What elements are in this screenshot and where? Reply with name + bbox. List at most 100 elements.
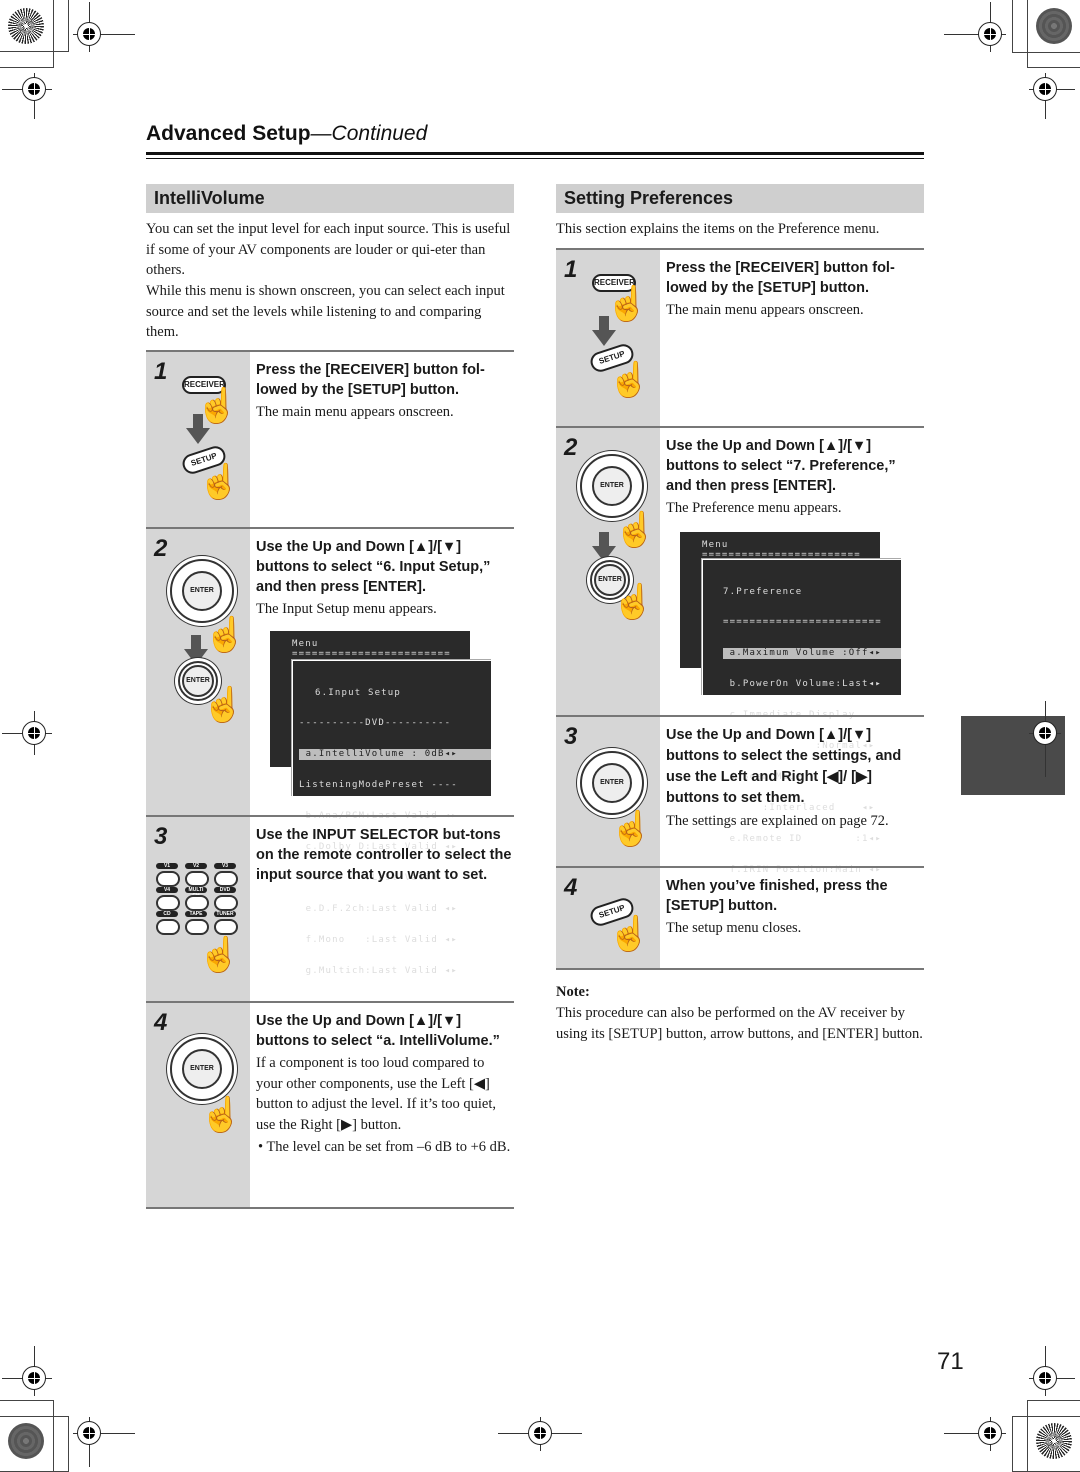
selector-button-icon bbox=[185, 919, 209, 935]
selector-label: V3 bbox=[214, 863, 236, 869]
step-number: 2 bbox=[154, 535, 168, 562]
pointing-hand-icon: ☝ bbox=[610, 811, 653, 848]
section-heading-intellivolume: IntelliVolume bbox=[146, 184, 514, 213]
osd-line: ListeningModePreset ---- bbox=[299, 780, 458, 791]
selector-label: V2 bbox=[185, 863, 207, 869]
step-heading: Use the Up and Down [▲]/[▼] buttons to s… bbox=[666, 727, 902, 806]
step-3: 3 ENTER ☝ Use the Up and Down [▲]/[▼] bu… bbox=[556, 715, 924, 867]
osd-line: 7.Preference bbox=[723, 586, 803, 597]
step-number: 2 bbox=[564, 434, 578, 461]
pointing-hand-icon: ☝ bbox=[608, 362, 651, 399]
starburst-target-icon bbox=[1036, 1423, 1072, 1459]
selector-label: TUNER bbox=[214, 911, 236, 917]
step-number: 1 bbox=[564, 256, 578, 283]
step-heading: When you’ve finished, press the [SETUP] … bbox=[666, 878, 888, 914]
osd-line: ----------DVD---------- bbox=[299, 718, 452, 729]
title-rule bbox=[146, 152, 924, 155]
selector-label: V1 bbox=[156, 863, 178, 869]
selector-label: CD bbox=[156, 911, 178, 917]
enter-dpad-icon: ENTER bbox=[580, 454, 644, 518]
selector-button-icon bbox=[156, 895, 180, 911]
section-end-rule bbox=[146, 1207, 514, 1209]
selector-button-icon bbox=[214, 871, 238, 887]
step-4: 4 SETUP ☝ When you’ve finished, press th… bbox=[556, 866, 924, 969]
selector-label: DVD bbox=[214, 887, 236, 893]
step-1: 1 RECEIVER ☝ SETUP ☝ Press the [RECEIVER… bbox=[146, 350, 514, 528]
pointing-hand-icon: ☝ bbox=[198, 464, 241, 501]
step-heading: Use the INPUT SELECTOR but-tons on the r… bbox=[256, 827, 512, 883]
osd-input-setup-menu: 6.Input Setup ----------DVD---------- a.… bbox=[292, 660, 492, 976]
step-description: If a component is too loud compared to y… bbox=[256, 1055, 497, 1133]
grey-target-icon bbox=[1036, 8, 1072, 44]
step-description: The Preference menu appears. bbox=[666, 500, 842, 516]
page-title: Advanced Setup—Continued bbox=[146, 122, 427, 146]
bullet-text: The level can be set from –6 dB to +6 dB… bbox=[266, 1139, 511, 1155]
step-2: 2 ENTER ☝ ENTER ☝ Use the Up and Down [▲… bbox=[146, 527, 514, 976]
step-2: 2 ENTER ☝ ENTER ☝ Use the Up and Down [▲… bbox=[556, 426, 924, 875]
step-4: 4 ENTER ☝ Use the Up and Down [▲]/[▼] bu… bbox=[146, 1001, 514, 1208]
selector-button-icon bbox=[156, 871, 180, 887]
selector-label: TAPE bbox=[185, 911, 207, 917]
enter-label: ENTER bbox=[182, 571, 222, 611]
step-number: 1 bbox=[154, 358, 168, 385]
step-description: The main menu appears onscreen. bbox=[256, 404, 454, 420]
step-number: 4 bbox=[564, 874, 578, 901]
selector-button-icon bbox=[185, 895, 209, 911]
page-number: 71 bbox=[937, 1348, 964, 1375]
step-description: The Input Setup menu appears. bbox=[256, 601, 437, 617]
selector-button-icon bbox=[185, 871, 209, 887]
page-title-text: Advanced Setup bbox=[146, 122, 311, 145]
osd-selected-line: a.IntelliVolume : 0dB◂▸ bbox=[299, 749, 491, 760]
page-title-suffix: —Continued bbox=[310, 122, 428, 145]
pointing-hand-icon: ☝ bbox=[606, 286, 649, 323]
selector-label: V4 bbox=[156, 887, 178, 893]
osd-line: ======================== bbox=[723, 617, 882, 628]
osd-line: Menu bbox=[702, 540, 729, 550]
grey-target-icon bbox=[8, 1423, 44, 1459]
osd-line: b.PowerOn Volume:Last◂▸ bbox=[723, 679, 882, 690]
intro-paragraph: You can set the input level for each inp… bbox=[146, 221, 511, 278]
intro-paragraph: This section explains the items on the P… bbox=[556, 221, 880, 237]
pointing-hand-icon: ☝ bbox=[608, 916, 651, 953]
enter-label: ENTER bbox=[592, 466, 632, 506]
down-arrow-icon bbox=[186, 414, 210, 444]
enter-dpad-icon: ENTER bbox=[580, 751, 644, 815]
selector-button-icon bbox=[214, 919, 238, 935]
osd-preference-menu: 7.Preference ======================== a.… bbox=[702, 559, 902, 875]
step-3: 3 V1 V2 V3 V4 MULTI CH DVD CD TAPE TUNER… bbox=[146, 815, 514, 1003]
step-heading: Use the Up and Down [▲]/[▼] buttons to s… bbox=[256, 539, 491, 595]
step-heading: Use the Up and Down [▲]/[▼] buttons to s… bbox=[256, 1013, 500, 1049]
osd-selected-line: a.Maximum Volume :Off◂▸ bbox=[723, 648, 901, 659]
osd-line: Menu bbox=[292, 639, 319, 649]
title-rule-thin bbox=[146, 158, 924, 159]
step-description: The settings are explained on page 72. bbox=[666, 813, 889, 829]
enter-dpad-icon: ENTER bbox=[170, 559, 234, 623]
enter-label: ENTER bbox=[592, 763, 632, 803]
pointing-hand-icon: ☝ bbox=[198, 937, 241, 974]
enter-dpad-icon: ENTER bbox=[170, 1037, 234, 1101]
selector-label: MULTI CH bbox=[185, 887, 207, 899]
step-description: The setup menu closes. bbox=[666, 920, 802, 936]
note-label: Note: bbox=[556, 984, 590, 1000]
pointing-hand-icon: ☝ bbox=[614, 512, 657, 549]
pointing-hand-icon: ☝ bbox=[202, 687, 245, 724]
selector-button-icon bbox=[214, 895, 238, 911]
osd-line: ======================== bbox=[292, 649, 451, 660]
pointing-hand-icon: ☝ bbox=[612, 584, 655, 621]
pointing-hand-icon: ☝ bbox=[200, 1097, 243, 1134]
step-heading: Press the [RECEIVER] button fol-lowed by… bbox=[666, 260, 895, 296]
osd-line: 6.Input Setup bbox=[315, 687, 402, 698]
down-arrow-icon bbox=[592, 316, 616, 346]
section-end-rule bbox=[556, 968, 924, 970]
step-bullet: • The level can be set from –6 dB to +6 … bbox=[258, 1139, 511, 1155]
step-heading: Use the Up and Down [▲]/[▼] buttons to s… bbox=[666, 438, 896, 494]
starburst-target-icon bbox=[8, 8, 44, 44]
pointing-hand-icon: ☝ bbox=[204, 617, 247, 654]
step-description: The main menu appears onscreen. bbox=[666, 302, 864, 318]
section-heading-preferences: Setting Preferences bbox=[556, 184, 924, 213]
step-number: 3 bbox=[564, 723, 578, 750]
step-1: 1 RECEIVER ☝ SETUP ☝ Press the [RECEIVER… bbox=[556, 248, 924, 428]
step-number: 4 bbox=[154, 1009, 168, 1036]
step-number: 3 bbox=[154, 823, 168, 850]
enter-label: ENTER bbox=[182, 1049, 222, 1089]
